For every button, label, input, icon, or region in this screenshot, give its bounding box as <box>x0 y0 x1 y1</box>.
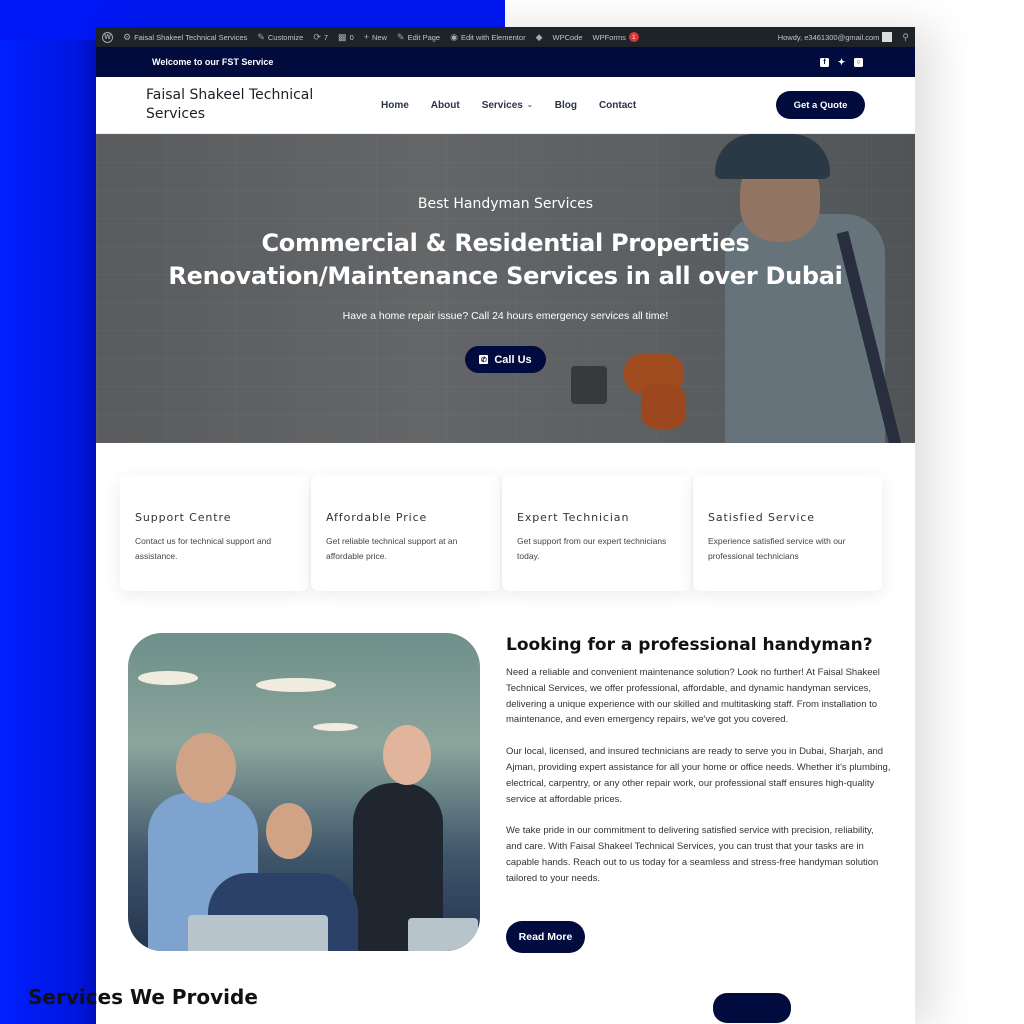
about-paragraph: Our local, licensed, and insured technic… <box>506 746 891 805</box>
nav-contact[interactable]: Contact <box>599 100 636 111</box>
photo-person-head <box>176 733 236 803</box>
services-heading: Services We Provide <box>28 985 258 1009</box>
about-paragraph: Need a reliable and convenient maintenan… <box>506 667 880 726</box>
instagram-icon[interactable]: ○ <box>854 57 863 67</box>
hero-title: Commercial & Residential Properties Reno… <box>96 227 915 293</box>
website-frame: W ⚙ Faisal Shakeel Technical Services ✎ Cu… <box>96 27 915 1024</box>
comment-icon: ▩ <box>338 31 347 42</box>
about-heading: Looking for a professional handyman? <box>506 635 873 655</box>
feature-card: Support Centre Contact us for technical … <box>120 475 309 591</box>
team-photo <box>128 633 480 951</box>
hero-content: Best Handyman Services Commercial & Resi… <box>96 196 915 373</box>
wp-admin-bar: W ⚙ Faisal Shakeel Technical Services ✎ Cu… <box>96 27 915 47</box>
hero-title-line-2: Renovation/Maintenance Services in all o… <box>168 262 843 290</box>
photo-person-head <box>266 803 312 859</box>
services-button[interactable] <box>713 993 791 1023</box>
photo-lamp <box>256 678 336 692</box>
feature-title: Satisfied Service <box>708 511 815 524</box>
wpcode-link[interactable]: WPCode <box>553 33 583 42</box>
notification-badge: 1 <box>628 32 639 42</box>
feature-text: Get reliable technical support at an aff… <box>326 536 458 561</box>
social-links: f ✦ ○ <box>820 57 863 67</box>
feature-card: Affordable Price Get reliable technical … <box>311 475 500 591</box>
site-logo[interactable]: Faisal Shakeel Technical Services <box>146 86 346 124</box>
site-name-link[interactable]: ⚙ Faisal Shakeel Technical Services <box>123 32 247 43</box>
about-section: Looking for a professional handyman? Nee… <box>96 633 915 993</box>
feature-text: Experience satisfied service with our pr… <box>708 536 846 561</box>
wp-logo-button[interactable]: W <box>102 31 113 43</box>
diamond-menu[interactable]: ◆ <box>536 32 543 43</box>
feature-title: Support Centre <box>135 511 232 524</box>
edit-page-link[interactable]: ✎ Edit Page <box>397 32 440 43</box>
updates-link[interactable]: ⟳ 7 <box>313 32 328 43</box>
nav-services[interactable]: Services ⌄ <box>482 100 533 111</box>
feature-text: Contact us for technical support and ass… <box>135 536 272 561</box>
feature-card: Expert Technician Get support from our e… <box>502 475 691 591</box>
features-section: Support Centre Contact us for technical … <box>96 443 915 633</box>
photo-lamp <box>313 723 358 731</box>
facebook-icon[interactable]: f <box>820 57 829 67</box>
background-blue-strip <box>0 40 96 1024</box>
nav-home[interactable]: Home <box>381 100 409 111</box>
chevron-down-icon: ⌄ <box>526 102 533 109</box>
edit-elementor-link[interactable]: ◉ Edit with Elementor <box>450 32 525 43</box>
updates-icon: ⟳ <box>313 31 321 42</box>
top-info-bar: Welcome to our FST Service f ✦ ○ <box>96 47 915 77</box>
site-header: Faisal Shakeel Technical Services Home A… <box>96 77 915 134</box>
hero-subtitle: Have a home repair issue? Call 24 hours … <box>342 310 669 322</box>
photo-laptop <box>408 918 478 951</box>
feature-card: Satisfied Service Experience satisfied s… <box>693 475 882 591</box>
admin-search-button[interactable]: ⚲ <box>902 32 909 43</box>
get-quote-button[interactable]: Get a Quote <box>776 91 865 119</box>
elementor-icon: ◉ <box>450 31 458 42</box>
comments-link[interactable]: ▩ 0 <box>338 32 354 43</box>
read-more-button[interactable]: Read More <box>506 921 585 953</box>
nav-blog[interactable]: Blog <box>555 100 577 111</box>
hero-title-line-1: Commercial & Residential Properties <box>261 229 750 257</box>
search-icon: ⚲ <box>902 31 909 42</box>
feature-title: Expert Technician <box>517 511 630 524</box>
account-menu[interactable]: Howdy, e3461300@gmail.com <box>778 32 893 42</box>
about-paragraph: We take pride in our commitment to deliv… <box>506 825 879 884</box>
pencil-icon: ✎ <box>397 31 405 42</box>
diamond-icon: ◆ <box>535 31 543 42</box>
new-content-link[interactable]: + New <box>364 32 387 42</box>
hero-eyebrow: Best Handyman Services <box>417 196 594 212</box>
feature-title: Affordable Price <box>326 511 428 524</box>
photo-person-head <box>383 725 431 785</box>
wpforms-link[interactable]: WPForms 1 <box>593 32 639 42</box>
hero-section: Best Handyman Services Commercial & Resi… <box>96 134 915 443</box>
main-nav: Home About Services ⌄ Blog Contact <box>381 100 636 111</box>
dashboard-icon: ⚙ <box>123 31 132 42</box>
twitter-icon[interactable]: ✦ <box>837 57 846 67</box>
about-text: Looking for a professional handyman? Nee… <box>506 635 891 887</box>
feature-text: Get support from our expert technicians … <box>517 536 667 561</box>
nav-about[interactable]: About <box>431 100 460 111</box>
customize-link[interactable]: ✎ Customize <box>257 32 303 43</box>
photo-laptop <box>188 915 328 951</box>
phone-icon: ✆ <box>479 355 489 364</box>
welcome-text: Welcome to our FST Service <box>152 57 274 67</box>
call-us-button[interactable]: ✆ Call Us <box>465 346 546 373</box>
brush-icon: ✎ <box>257 31 265 42</box>
wordpress-icon: W <box>102 31 113 43</box>
plus-icon: + <box>363 32 369 42</box>
photo-lamp <box>138 671 198 685</box>
avatar <box>882 32 893 42</box>
